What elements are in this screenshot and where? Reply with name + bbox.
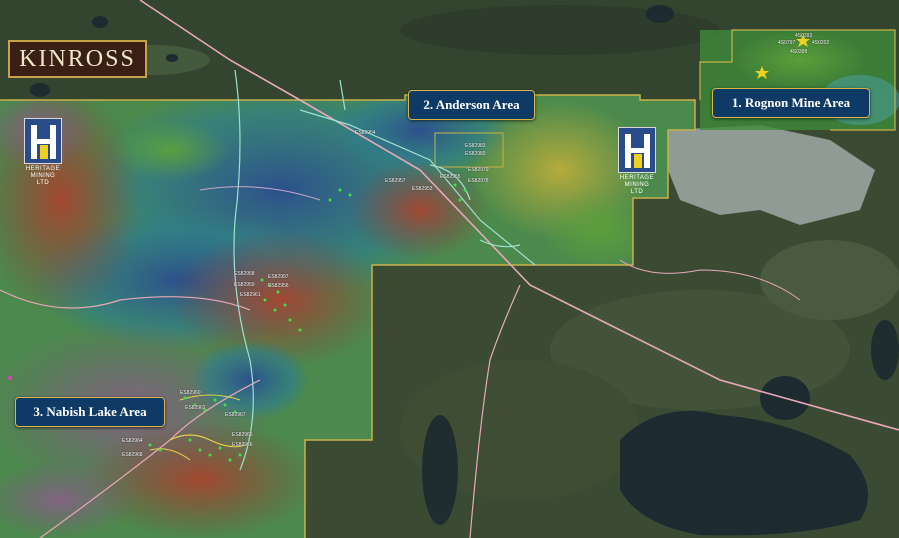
claim-label: 4S0398 (790, 49, 808, 55)
area-label-rognon[interactable]: 1. Rognon Mine Area (712, 88, 870, 118)
map-canvas[interactable]: KINROSS 2. Anderson Area 1. Rognon Mine … (0, 0, 899, 538)
claim-label: ES82962 (185, 405, 206, 411)
claim-label: ES82967 (225, 412, 246, 418)
claim-label: ES82983 (465, 143, 486, 149)
claim-label: ES82961 (240, 292, 261, 298)
area-label-nabish[interactable]: 3. Nabish Lake Area (15, 397, 165, 427)
claim-label: ES82968 (122, 452, 143, 458)
heritage-logo-right: HERITAGE MINING LTD (618, 127, 656, 197)
claim-label: ES82958 (234, 271, 255, 277)
claim-label: 4S0202 (812, 40, 830, 46)
claim-label: ES82978 (468, 178, 489, 184)
claim-label: ES82980 (465, 151, 486, 157)
heritage-line2: MINING LTD (624, 182, 650, 195)
heritage-line1: HERITAGE (25, 166, 61, 172)
claim-label: ES82959 (234, 282, 255, 288)
claim-label: ES82997 (268, 274, 289, 280)
claim-label: ES82966 (232, 442, 253, 448)
heritage-logo-left: HERITAGE MINING LTD (24, 118, 62, 188)
claim-label: ES82957 (385, 178, 406, 184)
claim-label: ES82964 (122, 438, 143, 444)
claim-label: ES82954 (355, 130, 376, 136)
claim-label: 4S0797 (778, 40, 796, 46)
claim-label: ES82965 (232, 432, 253, 438)
claim-label: ES82955 (440, 174, 461, 180)
claim-label: 4S0393 (795, 33, 813, 39)
area-label-anderson[interactable]: 2. Anderson Area (408, 90, 535, 120)
claim-label: ES82979 (468, 167, 489, 173)
heritage-line2: MINING LTD (30, 173, 56, 186)
claim-label: ES82956 (268, 283, 289, 289)
kinross-logo: KINROSS (8, 40, 147, 78)
heritage-h-icon (618, 127, 656, 173)
claim-label: ES82953 (412, 186, 433, 192)
heritage-line1: HERITAGE (619, 175, 655, 181)
heritage-h-icon (24, 118, 62, 164)
claim-label: ES82960 (180, 390, 201, 396)
